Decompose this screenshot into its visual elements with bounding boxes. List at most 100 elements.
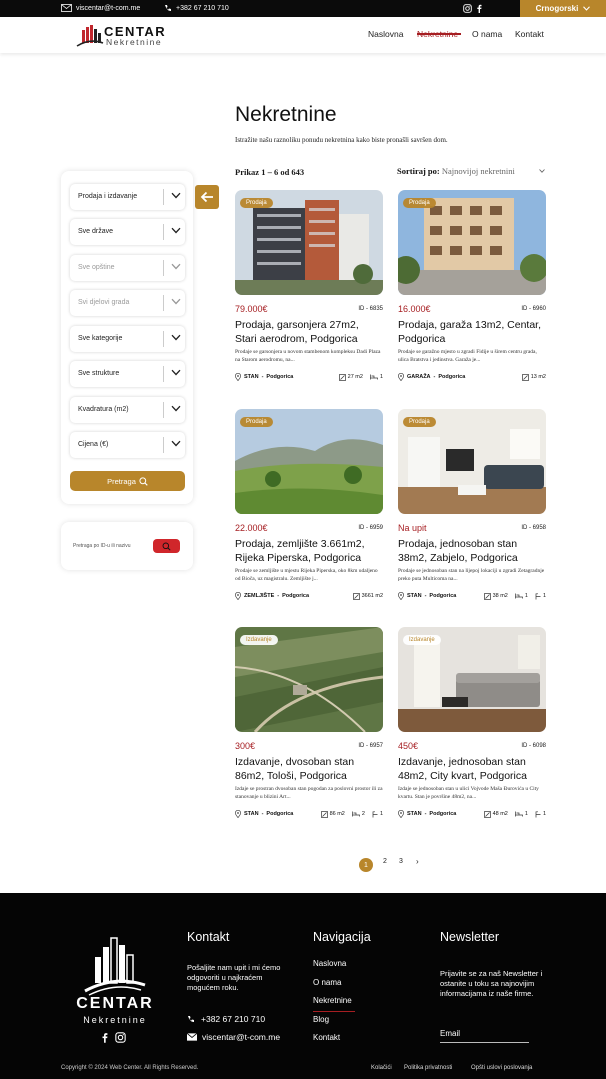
property-description: Prodaje se garažno mjesto u zgradi Fidij… (398, 349, 537, 363)
footer-logo[interactable]: CENTAR Nekretnine (73, 935, 157, 1027)
baths-stat: 1 (372, 810, 383, 818)
property-title[interactable]: Izdavanje, jednosoban stan 48m2, City kv… (398, 755, 546, 783)
listing-type-badge: Prodaja (403, 198, 436, 208)
topbar-phone[interactable]: +382 67 210 710 (164, 4, 229, 12)
mail-icon (187, 1033, 197, 1041)
footer-nav-o-nama[interactable]: O nama (313, 978, 341, 987)
phone-icon (165, 5, 171, 12)
property-type: STAN (407, 593, 422, 599)
property-price: 450€ (398, 741, 419, 751)
area-icon (521, 373, 529, 381)
footer-link-privacy[interactable]: Politika privatnosti (404, 1065, 452, 1071)
nav-o-nama[interactable]: O nama (472, 29, 502, 39)
property-type: STAN (244, 811, 259, 817)
logo[interactable]: CENTAR Nekretnine (76, 22, 176, 48)
property-stats: 13 m2 (521, 373, 546, 381)
nav-kontakt[interactable]: Kontakt (515, 29, 544, 39)
area-value: 27 m2 (347, 374, 363, 380)
footer-email[interactable]: viscentar@t-com.me (187, 1032, 280, 1042)
search-button[interactable]: Pretraga (70, 471, 185, 491)
footer-phone-text: +382 67 210 710 (201, 1014, 266, 1024)
language-selector[interactable]: Crnogorski (520, 0, 606, 17)
listing-type-badge: Izdavanje (403, 635, 441, 645)
area-value: 48 m2 (492, 811, 508, 817)
instagram-icon[interactable] (463, 4, 472, 13)
transaction-select[interactable]: Prodaja i izdavanje (70, 184, 185, 210)
property-location: STAN - Podgorica (398, 592, 456, 600)
property-title[interactable]: Prodaja, garsonjera 27m2, Stari aerodrom… (235, 318, 383, 346)
next-page[interactable]: › (416, 857, 419, 866)
select-value: Sve kategorije (78, 335, 123, 342)
main-header: CENTAR Nekretnine Naslovna Nekretnine O … (0, 17, 606, 53)
listing-type-badge: Prodaja (240, 417, 273, 427)
footer-newsletter-title: Newsletter (440, 930, 500, 944)
rooms-stat: 1 (370, 374, 383, 380)
property-image[interactable]: Izdavanje (398, 627, 546, 732)
price-select[interactable]: Cijena (€) (70, 432, 185, 458)
property-meta: ZEMLJIŠTE - Podgorica 3661 m2 (235, 592, 383, 600)
chevron-down-icon (171, 334, 181, 341)
property-image[interactable]: Prodaja (398, 409, 546, 514)
location-pin-icon (235, 373, 241, 381)
footer-nav-nekretnine[interactable]: Nekretnine (313, 996, 352, 1005)
footer-logo-text: CENTAR (76, 995, 154, 1012)
category-select[interactable]: Sve kategorije (70, 326, 185, 352)
rooms-stat: 1 (515, 811, 528, 817)
topbar-email[interactable]: viscentar@t-com.me (61, 4, 140, 12)
search-button-label: Pretraga (107, 476, 136, 486)
property-stats: 48 m2 1 1 (483, 810, 546, 818)
facebook-icon[interactable] (101, 1032, 108, 1043)
chevron-down-icon (171, 405, 181, 412)
property-location: ZEMLJIŠTE - Podgorica (235, 592, 309, 600)
footer-phone[interactable]: +382 67 210 710 (187, 1014, 265, 1024)
meta-separator: - (277, 593, 280, 599)
property-title[interactable]: Prodaja, jednosoban stan 38m2, Zabjelo, … (398, 537, 546, 565)
property-image[interactable]: Prodaja (235, 190, 383, 295)
listing-type-badge: Prodaja (403, 417, 436, 427)
footer-newsletter-text: Prijavite se za naš Newsletter i ostanit… (440, 969, 543, 998)
arrow-left-icon (200, 191, 213, 203)
newsletter-email-input[interactable]: Email (440, 1026, 529, 1043)
property-image[interactable]: Izdavanje (235, 627, 383, 732)
footer-nav-naslovna[interactable]: Naslovna (313, 959, 346, 968)
property-description: Prodaje se zemljište u mjestu Rijeka Pip… (235, 568, 378, 582)
property-title[interactable]: Prodaja, zemljište 3.661m2, Rijeka Piper… (235, 537, 383, 565)
collapse-filters-button[interactable] (195, 185, 219, 209)
page-3[interactable]: 3 (399, 858, 403, 865)
footer-email-text: viscentar@t-com.me (202, 1032, 281, 1042)
country-select[interactable]: Sve države (70, 219, 185, 245)
footer-nav-blog[interactable]: Blog (313, 1015, 329, 1024)
area-stat: 86 m2 (320, 810, 345, 818)
footer-link-terms[interactable]: Opšti uslovi poslovanja (471, 1065, 532, 1071)
baths-value: 1 (542, 811, 546, 817)
facebook-icon[interactable] (476, 4, 482, 13)
sort-dropdown[interactable]: Sortiraj po: Najnovijoj nekretnini (397, 166, 545, 176)
property-title[interactable]: Izdavanje, dvosoban stan 86m2, Tološi, P… (235, 755, 383, 783)
page-1[interactable]: 1 (359, 858, 373, 872)
footer-link-cookies[interactable]: Kolačići (371, 1065, 392, 1071)
search-icon (139, 476, 148, 486)
phone-icon (188, 1016, 194, 1023)
property-location: STAN - Podgorica (235, 810, 293, 818)
district-select[interactable]: Svi djelovi grada (70, 290, 185, 316)
instagram-icon[interactable] (115, 1032, 126, 1043)
property-description: Prodaje se jednosoban stan na lijepoj lo… (398, 568, 545, 582)
property-title[interactable]: Prodaja, garaža 13m2, Centar, Podgorica (398, 318, 546, 346)
property-type: GARAŽA (407, 374, 431, 380)
select-value: Sve opštine (78, 264, 115, 271)
municipality-select[interactable]: Sve opštine (70, 255, 185, 281)
nav-naslovna[interactable]: Naslovna (368, 29, 403, 39)
property-id: ID - 6098 (521, 743, 546, 749)
property-image[interactable]: Prodaja (235, 409, 383, 514)
select-value: Kvadratura (m2) (78, 406, 129, 413)
area-select[interactable]: Kvadratura (m2) (70, 397, 185, 423)
id-search-input[interactable]: Pretraga po ID-u ili nazivu (73, 543, 131, 549)
page-2[interactable]: 2 (383, 858, 387, 865)
property-image[interactable]: Prodaja (398, 190, 546, 295)
footer-nav-kontakt[interactable]: Kontakt (313, 1033, 340, 1042)
structure-select[interactable]: Sve strukture (70, 361, 185, 387)
property-meta: STAN - Podgorica 48 m2 1 1 (398, 810, 546, 818)
id-search-button[interactable] (153, 539, 180, 553)
property-type: STAN (244, 374, 259, 380)
select-value: Cijena (€) (78, 441, 109, 448)
